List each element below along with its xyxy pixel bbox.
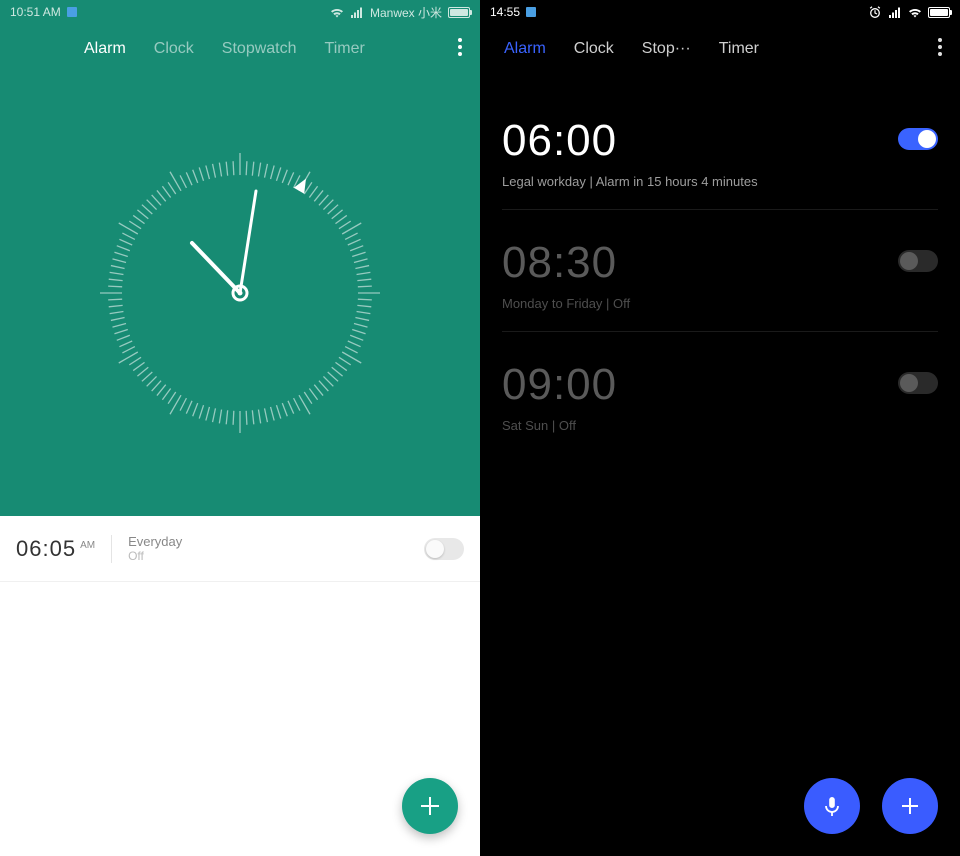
alarm-repeat: Everyday	[128, 534, 424, 549]
wifi-icon	[908, 7, 922, 18]
status-time: 10:51 AM	[10, 5, 61, 19]
alarm-list: 06:00 Legal workday | Alarm in 15 hours …	[480, 68, 960, 453]
divider	[111, 535, 112, 563]
tab-alarm[interactable]: Alarm	[70, 34, 140, 64]
tabs-bar: Alarm Clock Stopwatch Timer	[0, 24, 480, 68]
tab-alarm[interactable]: Alarm	[490, 34, 560, 64]
tab-timer[interactable]: Timer	[705, 34, 773, 64]
voice-button[interactable]	[804, 778, 860, 834]
battery-icon	[928, 7, 950, 18]
add-alarm-button[interactable]	[882, 778, 938, 834]
status-bar: 14:55	[480, 0, 960, 24]
alarm-status-icon	[868, 5, 882, 19]
plus-icon	[897, 793, 923, 819]
add-alarm-button[interactable]	[402, 778, 458, 834]
status-indicator-icon	[67, 7, 77, 17]
alarm-toggle[interactable]	[424, 538, 464, 560]
alarm-time: 06:00	[502, 116, 938, 166]
alarm-sub: Monday to Friday | Off	[502, 296, 938, 311]
alarm-row[interactable]: 06:05 AM Everyday Off	[0, 516, 480, 582]
tab-timer[interactable]: Timer	[311, 34, 379, 64]
overflow-menu-icon[interactable]	[450, 38, 470, 61]
alarm-toggle[interactable]	[898, 372, 938, 394]
wifi-icon	[330, 7, 344, 18]
status-bar: 10:51 AM Manwex 小米	[0, 0, 480, 24]
status-time: 14:55	[490, 5, 520, 19]
alarm-state: Off	[128, 549, 424, 563]
alarm-row[interactable]: 09:00 Sat Sun | Off	[502, 332, 938, 453]
alarm-sub: Legal workday | Alarm in 15 hours 4 minu…	[502, 174, 938, 189]
alarm-row[interactable]: 06:00 Legal workday | Alarm in 15 hours …	[502, 88, 938, 210]
alarm-time: 06:05	[16, 536, 76, 562]
microphone-icon	[819, 793, 845, 819]
tab-stopwatch[interactable]: Stopwatch	[208, 34, 311, 64]
status-indicator-icon	[526, 7, 536, 17]
alarm-time: 08:30	[502, 238, 938, 288]
tab-clock[interactable]: Clock	[560, 34, 628, 64]
signal-icon	[350, 7, 364, 18]
analog-clock	[0, 68, 480, 518]
tabs-bar: Alarm Clock Stop··· Timer	[480, 24, 960, 68]
plus-icon	[417, 793, 443, 819]
tab-clock[interactable]: Clock	[140, 34, 208, 64]
carrier-label: Manwex 小米	[370, 4, 442, 21]
alarm-toggle[interactable]	[898, 128, 938, 150]
alarm-row[interactable]: 08:30 Monday to Friday | Off	[502, 210, 938, 332]
phone-right-dark: 14:55 Alarm Clock Stop··· Timer 06:00	[480, 0, 960, 856]
alarm-sub: Sat Sun | Off	[502, 418, 938, 433]
phone-left-light: 10:51 AM Manwex 小米 Alarm Clock Stopwatch…	[0, 0, 480, 856]
alarm-ampm: AM	[80, 534, 95, 551]
signal-icon	[888, 7, 902, 18]
overflow-menu-icon[interactable]	[930, 38, 950, 61]
alarm-time: 09:00	[502, 360, 938, 410]
tab-stopwatch[interactable]: Stop···	[628, 34, 705, 64]
alarm-toggle[interactable]	[898, 250, 938, 272]
battery-icon	[448, 7, 470, 18]
